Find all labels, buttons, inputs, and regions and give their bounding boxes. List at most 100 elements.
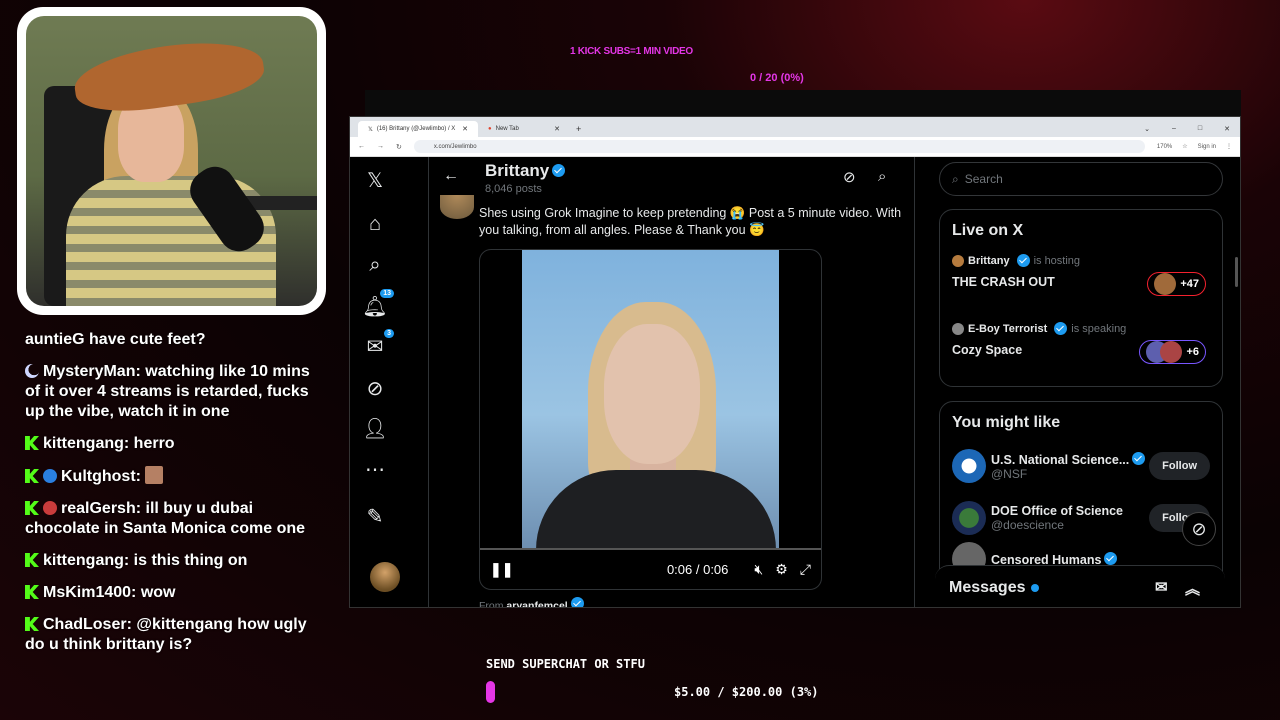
stream-chat: auntieG have cute feet? MysteryMan: watc…: [25, 330, 320, 667]
chat-text: is this thing on: [133, 552, 248, 569]
kick-badge-icon: [25, 553, 39, 567]
suggestion-row[interactable]: U.S. National Science... @NSF Follow: [940, 440, 1222, 492]
video-controls: ❚❚ 0:06 / 0:06 🔇︎ ⚙ ⤢: [480, 549, 821, 589]
superchat-label: SEND SUPERCHAT OR STFU: [486, 657, 645, 671]
fullscreen-icon[interactable]: ⤢: [800, 561, 811, 578]
listener-badge: +6: [1139, 340, 1206, 364]
maximize-icon[interactable]: □: [1198, 125, 1202, 133]
source-user[interactable]: aryanfemcel: [506, 600, 567, 607]
browser-shadow: [365, 90, 1241, 118]
unread-dot: [1030, 583, 1039, 592]
messages-icon[interactable]: ✉ 3: [362, 329, 394, 359]
emote-icon: [145, 466, 164, 484]
grok-button[interactable]: ⊘: [1182, 512, 1216, 546]
chat-username: realGersh:: [61, 500, 142, 517]
pause-icon[interactable]: ❚❚: [490, 561, 513, 578]
search-icon[interactable]: ⌕: [878, 168, 886, 185]
nsf-avatar: [952, 449, 986, 483]
address-bar: ← → ↻ x.com/Jewlimbo 170% ☆ Sign in ⋮: [350, 137, 1240, 157]
moon-icon: [25, 364, 39, 378]
superchat-progress-bar: [486, 681, 495, 703]
tab-bar: 𝕏 (16) Brittany (@Jewlimbo) / X ✕ ● New …: [350, 117, 1240, 137]
superchat-amount: $5.00 / $200.00 (3%): [674, 685, 819, 699]
chat-message: MysteryMan: watching like 10 mins of it …: [25, 362, 320, 422]
zoom-level[interactable]: 170%: [1157, 144, 1172, 150]
kick-goal-progress: 0 / 20 (0%): [750, 72, 804, 84]
new-tab-icon[interactable]: +: [576, 124, 581, 134]
emoji-icon: [43, 501, 57, 515]
chat-message: Kultghost:: [25, 466, 320, 487]
messages-label: Messages: [949, 578, 1026, 596]
chat-username: ChadLoser:: [43, 616, 132, 633]
star-icon[interactable]: ☆: [1182, 143, 1187, 150]
kick-badge-icon: [25, 501, 39, 515]
expand-icon[interactable]: ︽: [1185, 578, 1200, 599]
close-window-icon[interactable]: ✕: [1224, 125, 1230, 133]
x-page: 𝕏 ⌂ ⌕ 🔔︎ 13 ✉ 3 ⊘ 👤︎ ⋯ ✎ ← Brittany 8,046 …: [350, 157, 1240, 607]
profile-name: Brittany: [485, 161, 566, 181]
suggestion-row[interactable]: DOE Office of Science @doescience Follow: [940, 492, 1222, 544]
close-icon[interactable]: ✕: [462, 125, 468, 133]
back-icon[interactable]: ←: [358, 143, 365, 150]
more-icon[interactable]: ⋯: [362, 456, 388, 482]
forward-icon[interactable]: →: [377, 143, 384, 150]
grok-icon[interactable]: ⊘: [362, 375, 388, 401]
chevron-down-icon[interactable]: ⌄: [1144, 125, 1150, 133]
post-icon[interactable]: ✎: [362, 503, 388, 529]
messages-drawer[interactable]: Messages ✉ ︽: [935, 565, 1225, 607]
chat-username: MysteryMan:: [43, 363, 141, 380]
message-count: 3: [384, 329, 394, 338]
video-player[interactable]: ❚❚ 0:06 / 0:06 🔇︎ ⚙ ⤢: [479, 249, 822, 590]
chat-username: MsKim1400:: [43, 584, 137, 601]
post-count: 8,046 posts: [485, 183, 542, 195]
suggest-title: You might like: [952, 414, 1061, 431]
chat-message: realGersh: ill buy u dubai chocolate in …: [25, 499, 320, 539]
verified-icon: [1104, 551, 1118, 565]
minimize-icon[interactable]: –: [1172, 125, 1176, 133]
avatar: [952, 254, 964, 267]
home-icon[interactable]: ⌂: [362, 211, 388, 237]
kick-badge-icon: [25, 469, 39, 483]
notifications-icon[interactable]: 🔔︎ 13: [362, 289, 394, 319]
doe-avatar: [952, 501, 986, 535]
sign-in-button[interactable]: Sign in: [1198, 144, 1216, 150]
follow-button[interactable]: Follow: [1149, 452, 1210, 480]
chat-username: kittengang:: [43, 435, 130, 452]
menu-icon[interactable]: ⋮: [1226, 143, 1232, 150]
account-avatar[interactable]: [370, 562, 400, 592]
kick-badge-icon: [25, 436, 39, 450]
avatar: [952, 322, 964, 335]
chat-username: auntieG: [25, 331, 85, 348]
reload-icon[interactable]: ↻: [396, 143, 402, 151]
mute-icon[interactable]: 🔇︎: [754, 561, 763, 578]
search-icon[interactable]: ⌕: [362, 252, 388, 278]
grok-icon[interactable]: ⊘: [843, 168, 856, 186]
live-on-x-card: Live on X Brittany is hosting THE CRASH O…: [939, 209, 1223, 387]
tweet-text: Shes using Grok Imagine to keep pretendi…: [479, 206, 902, 237]
chat-text: have cute feet?: [89, 331, 206, 348]
settings-icon[interactable]: ⚙: [775, 561, 788, 578]
profile-icon[interactable]: 👤︎: [362, 415, 388, 441]
listener-badge: +47: [1147, 272, 1206, 296]
kick-badge-icon: [25, 617, 39, 631]
live-item[interactable]: Brittany is hosting THE CRASH OUT +47: [940, 254, 1222, 322]
compose-message-icon[interactable]: ✉: [1155, 578, 1168, 596]
chat-message: auntieG have cute feet?: [25, 330, 320, 350]
tab-x-profile[interactable]: 𝕏 (16) Brittany (@Jewlimbo) / X ✕: [358, 121, 478, 137]
close-icon[interactable]: ✕: [554, 125, 560, 133]
tab-new-tab[interactable]: ● New Tab ✕: [478, 121, 570, 137]
back-arrow-icon[interactable]: ←: [443, 167, 459, 185]
search-input[interactable]: ⌕ Search: [939, 162, 1223, 196]
verified-icon: [1016, 254, 1030, 267]
scrollbar[interactable]: [1235, 257, 1238, 287]
tweet-avatar[interactable]: [440, 195, 474, 219]
chat-message: MsKim1400: wow: [25, 583, 320, 603]
search-icon: ⌕: [952, 171, 959, 186]
live-item[interactable]: E-Boy Terrorist is speaking Cozy Space +6: [940, 322, 1222, 390]
x-logo-icon[interactable]: 𝕏: [362, 167, 388, 193]
chat-message: kittengang: herro: [25, 434, 320, 454]
tab-label: New Tab: [495, 126, 519, 132]
rocket-icon: [43, 469, 57, 483]
url-field[interactable]: x.com/Jewlimbo: [413, 140, 1145, 153]
verified-icon: [1132, 451, 1146, 465]
